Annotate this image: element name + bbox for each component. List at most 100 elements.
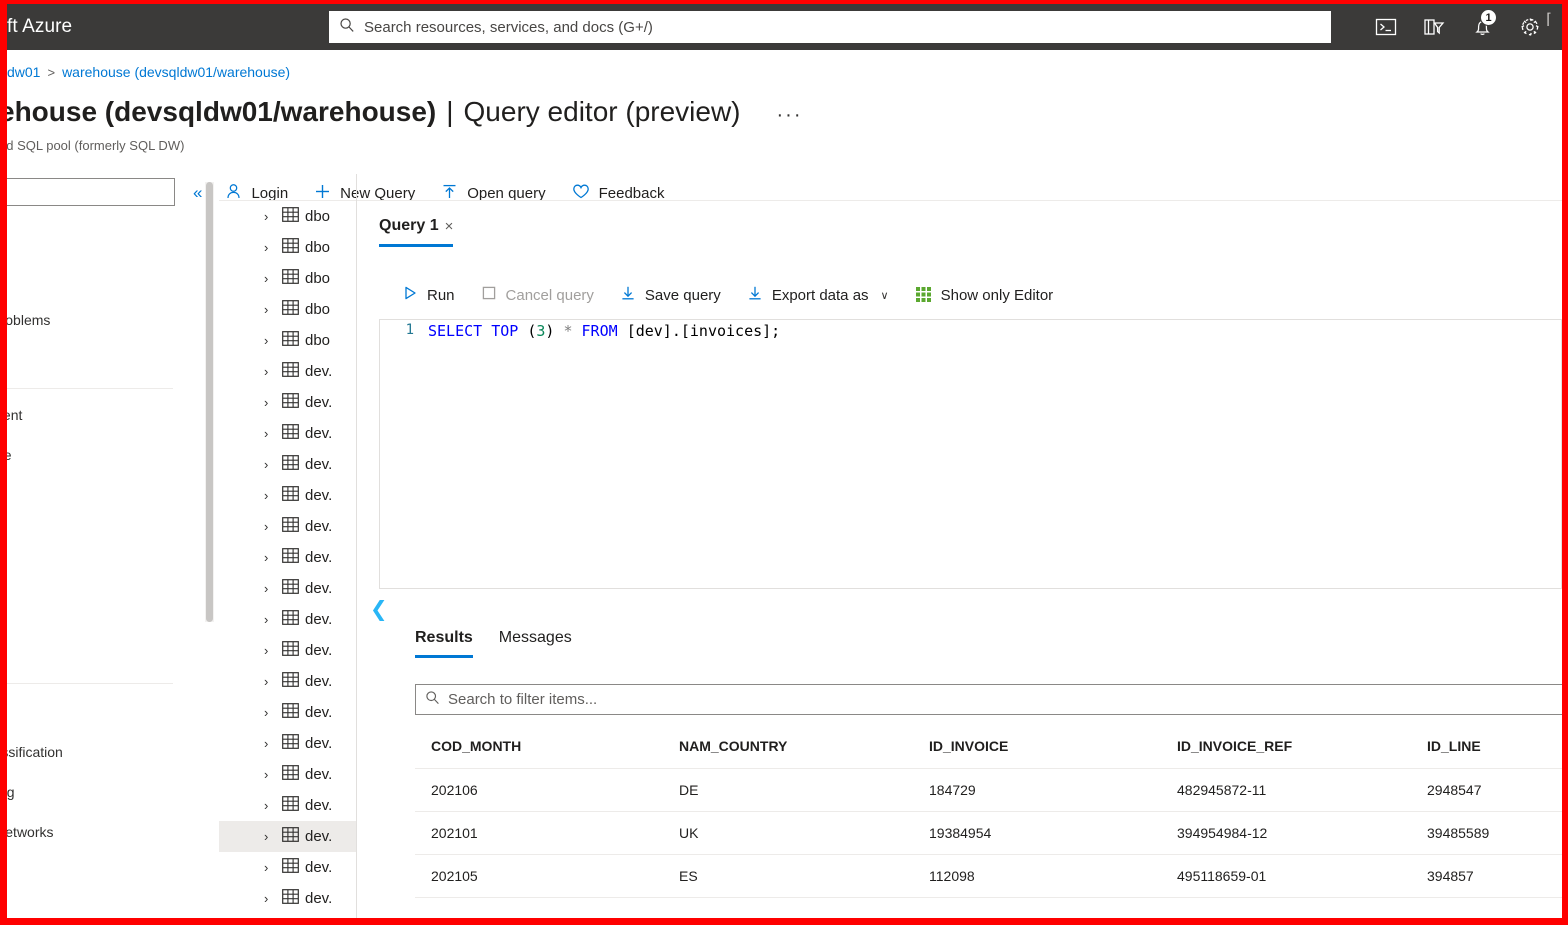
- notifications-bell-icon[interactable]: 1: [1458, 4, 1506, 50]
- chevron-right-icon[interactable]: ›: [264, 829, 280, 844]
- sidebar-item-data-discovery[interactable]: overy & Classification: [7, 732, 201, 772]
- sql-keyword-from: FROM: [581, 322, 618, 340]
- chevron-right-icon[interactable]: ›: [264, 767, 280, 782]
- tab-query-1[interactable]: Query 1 ×: [379, 217, 454, 247]
- table-row[interactable]: 202101 UK 19384954 394954984-12 39485589: [415, 811, 1562, 855]
- save-query-label: Save query: [644, 286, 721, 304]
- results-tab-bar: Results Messages: [415, 629, 572, 658]
- cloud-shell-icon[interactable]: [1362, 4, 1410, 50]
- tree-item-label: dbo: [305, 208, 331, 225]
- nav-item-list: og and solve problems d management nce s…: [7, 218, 201, 852]
- sql-code-editor[interactable]: 1 SELECT TOP (3) * FROM [dev].[invoices]…: [379, 319, 1562, 589]
- chevron-right-icon[interactable]: ›: [264, 364, 280, 379]
- chevron-right-icon[interactable]: ›: [264, 891, 280, 906]
- show-only-editor-button[interactable]: Show only Editor: [902, 279, 1067, 311]
- tree-item-table[interactable]: › dev.: [219, 759, 356, 790]
- grid-icon: [915, 285, 932, 306]
- tree-item-table[interactable]: › dbo: [219, 232, 356, 263]
- sidebar-item-connection-strings[interactable]: on strings: [7, 555, 201, 595]
- tree-item-table[interactable]: › dev.: [219, 480, 356, 511]
- chevron-right-icon[interactable]: ›: [264, 302, 280, 317]
- tree-item-table[interactable]: › dev.: [219, 728, 356, 759]
- breadcrumb-item-warehouse[interactable]: warehouse (devsqldw01/warehouse): [62, 64, 290, 80]
- tree-item-table[interactable]: › dev.: [219, 604, 356, 635]
- sidebar-item-firewall-virtual-networks[interactable]: and virtual networks: [7, 812, 201, 852]
- tree-item-table[interactable]: › dev.: [219, 790, 356, 821]
- table-row[interactable]: 202106 DE 184729 482945872-11 2948547: [415, 768, 1562, 812]
- chevron-right-icon[interactable]: ›: [264, 240, 280, 255]
- tree-item-table[interactable]: › dev.: [219, 883, 356, 914]
- tree-item-table[interactable]: › dbo: [219, 201, 356, 232]
- tree-item-table[interactable]: › dev.: [219, 511, 356, 542]
- sidebar-item-maintenance-schedule[interactable]: nce schedule: [7, 435, 201, 475]
- tree-item-table[interactable]: › dev.: [219, 666, 356, 697]
- export-data-button[interactable]: Export data as ∨: [734, 279, 902, 311]
- collapse-results-chevron-icon[interactable]: ❮: [370, 599, 388, 620]
- chevron-right-icon[interactable]: ›: [264, 426, 280, 441]
- results-table-body: 202106 DE 184729 482945872-11 2948547 202101 U…: [415, 768, 1562, 898]
- column-header-cod-month[interactable]: COD_MONTH: [415, 724, 663, 769]
- table-row[interactable]: 202105 ES 112098 495118659-01 394857: [415, 854, 1562, 898]
- column-header-id-invoice-ref[interactable]: ID_INVOICE_REF: [1161, 724, 1411, 769]
- tree-item-table[interactable]: › dev.: [219, 852, 356, 883]
- tree-item-table[interactable]: › dev.: [219, 635, 356, 666]
- chevron-right-icon[interactable]: ›: [264, 581, 280, 596]
- tree-item-table[interactable]: › dev.: [219, 697, 356, 728]
- sidebar-item-import-export[interactable]: rt: [7, 475, 201, 515]
- save-query-button[interactable]: Save query: [607, 279, 734, 311]
- sidebar-item-properties[interactable]: s: [7, 595, 201, 635]
- chevron-right-icon[interactable]: ›: [264, 271, 280, 286]
- nav-search-input[interactable]: md+/): [7, 178, 175, 206]
- chevron-right-icon[interactable]: ›: [264, 798, 280, 813]
- left-nav-scrollbar-thumb[interactable]: [206, 182, 213, 622]
- breadcrumb-item-server[interactable]: dw01: [7, 64, 40, 80]
- chevron-right-icon[interactable]: ›: [264, 705, 280, 720]
- chevron-right-icon[interactable]: ›: [264, 333, 280, 348]
- tree-item-table[interactable]: › dev.: [219, 821, 356, 852]
- sidebar-item-backup-policy[interactable]: kup policy: [7, 515, 201, 555]
- more-options-button[interactable]: ···: [777, 105, 803, 125]
- tree-item-table[interactable]: › dev.: [219, 387, 356, 418]
- chevron-right-icon[interactable]: ›: [264, 612, 280, 627]
- tree-item-table[interactable]: › dev.: [219, 418, 356, 449]
- sql-keyword-select: SELECT: [428, 322, 483, 340]
- chevron-right-icon[interactable]: ›: [264, 674, 280, 689]
- chevron-right-icon[interactable]: ›: [264, 860, 280, 875]
- column-header-nam-country[interactable]: NAM_COUNTRY: [663, 724, 913, 769]
- sidebar-item-diagnose-solve[interactable]: and solve problems: [7, 300, 201, 340]
- chevron-right-icon[interactable]: ›: [264, 736, 280, 751]
- tab-results[interactable]: Results: [415, 629, 473, 658]
- collapse-nav-button[interactable]: «: [183, 183, 212, 203]
- tree-item-table[interactable]: › dbo: [219, 294, 356, 325]
- results-filter-input[interactable]: Search to filter items...: [415, 684, 1562, 715]
- chevron-right-icon[interactable]: ›: [264, 209, 280, 224]
- sidebar-item-activity-log[interactable]: og: [7, 218, 201, 258]
- tree-item-table[interactable]: › dbo: [219, 263, 356, 294]
- directory-filter-icon[interactable]: [1410, 4, 1458, 50]
- chevron-right-icon[interactable]: ›: [264, 519, 280, 534]
- tree-item-table[interactable]: › dev.: [219, 542, 356, 573]
- chevron-right-icon[interactable]: ›: [264, 457, 280, 472]
- chevron-right-icon[interactable]: ›: [264, 643, 280, 658]
- tree-item-table[interactable]: › dev.: [219, 356, 356, 387]
- left-nav-scrollbar[interactable]: [205, 182, 214, 622]
- sidebar-item-management[interactable]: d management: [7, 395, 201, 435]
- azure-logo[interactable]: ft Azure: [7, 16, 72, 38]
- chevron-right-icon[interactable]: ›: [264, 395, 280, 410]
- tree-item-table[interactable]: › dev.: [219, 573, 356, 604]
- login-label: Login: [251, 184, 289, 202]
- tree-item-label: dev.: [305, 673, 333, 690]
- chevron-right-icon[interactable]: ›: [264, 550, 280, 565]
- close-icon[interactable]: ×: [445, 218, 454, 235]
- chevron-down-icon[interactable]: ∨: [881, 289, 889, 302]
- tab-messages[interactable]: Messages: [499, 629, 572, 658]
- global-search-input[interactable]: Search resources, services, and docs (G+…: [329, 11, 1331, 43]
- tree-item-table[interactable]: › dev.: [219, 449, 356, 480]
- run-button[interactable]: Run: [389, 279, 468, 311]
- tree-item-table[interactable]: › dbo: [219, 325, 356, 356]
- column-header-id-invoice[interactable]: ID_INVOICE: [913, 724, 1161, 769]
- chevron-right-icon[interactable]: ›: [264, 488, 280, 503]
- sidebar-item-dynamic-data-masking[interactable]: Data Masking: [7, 772, 201, 812]
- column-header-id-line[interactable]: ID_LINE: [1411, 724, 1562, 769]
